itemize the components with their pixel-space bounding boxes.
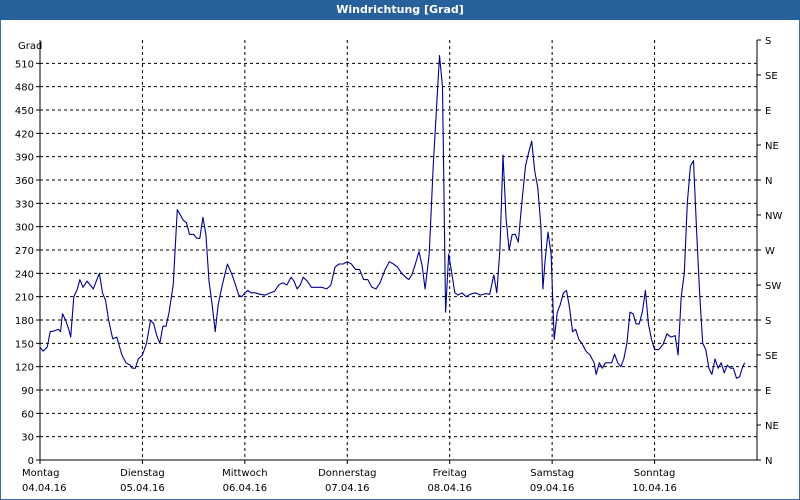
y-tick-label: 480 — [15, 83, 34, 94]
right-tick-label: N — [765, 176, 772, 187]
x-tick-day-label: Freitag — [433, 468, 467, 479]
x-tick-date-label: 04.04.16 — [22, 483, 67, 494]
x-tick-date-label: 09.04.16 — [530, 483, 575, 494]
x-tick-date-label: 07.04.16 — [325, 483, 370, 494]
window-title: Windrichtung [Grad] — [336, 3, 464, 16]
chart-series — [39, 55, 746, 379]
y-tick-label: 120 — [15, 363, 34, 374]
x-tick-day-label: Sonntag — [634, 468, 676, 479]
y-tick-label: 0 — [28, 456, 34, 467]
x-tick-day-label: Samstag — [530, 468, 574, 479]
y-tick-label: 360 — [15, 176, 34, 187]
right-tick-label: NE — [765, 421, 779, 432]
x-tick-day-label: Montag — [22, 468, 59, 479]
y-tick-label: 450 — [15, 106, 34, 117]
y-axis-label: Grad — [18, 41, 42, 52]
right-tick-label: S — [765, 316, 771, 327]
right-tick-label: E — [765, 386, 771, 397]
y-tick-label: 240 — [15, 269, 34, 280]
right-tick-label: NW — [765, 211, 782, 222]
chart-axes: 0 30 60 90 120 150 180 210 240 270 300 330 360 390 420… — [15, 36, 783, 494]
y-tick-label: 330 — [15, 199, 34, 210]
wind-direction-line — [39, 55, 746, 379]
right-tick-label: W — [765, 246, 775, 257]
right-tick-label: SE — [765, 71, 778, 82]
right-tick-label: NE — [765, 141, 779, 152]
right-tick-label: SE — [765, 351, 778, 362]
wind-direction-chart: 0 30 60 90 120 150 180 210 240 270 300 330 360 390 420… — [15, 36, 783, 494]
y-tick-label: 90 — [21, 386, 34, 397]
right-tick-label: S — [765, 36, 771, 47]
y-tick-label: 270 — [15, 246, 34, 257]
right-tick-label: N — [765, 456, 772, 467]
y-tick-label: 180 — [15, 316, 34, 327]
y-tick-label: 150 — [15, 339, 34, 350]
x-tick-date-label: 06.04.16 — [223, 483, 268, 494]
y-tick-label: 390 — [15, 153, 34, 164]
x-tick-date-label: 05.04.16 — [120, 483, 165, 494]
x-tick-date-label: 10.04.16 — [632, 483, 677, 494]
x-tick-day-label: Dienstag — [120, 468, 165, 479]
right-tick-label: SW — [765, 281, 781, 292]
y-tick-label: 300 — [15, 223, 34, 234]
y-tick-label: 420 — [15, 129, 34, 140]
y-tick-label: 30 — [21, 433, 34, 444]
y-tick-label: 510 — [15, 59, 34, 70]
x-tick-date-label: 08.04.16 — [427, 483, 472, 494]
y-tick-label: 60 — [21, 409, 34, 420]
chart-grid — [40, 40, 757, 460]
x-tick-day-label: Mittwoch — [222, 468, 267, 479]
y-tick-label: 210 — [15, 293, 34, 304]
right-tick-label: E — [765, 106, 771, 117]
window-title-bar: Windrichtung [Grad] — [0, 0, 800, 20]
x-tick-day-label: Donnerstag — [318, 468, 376, 479]
